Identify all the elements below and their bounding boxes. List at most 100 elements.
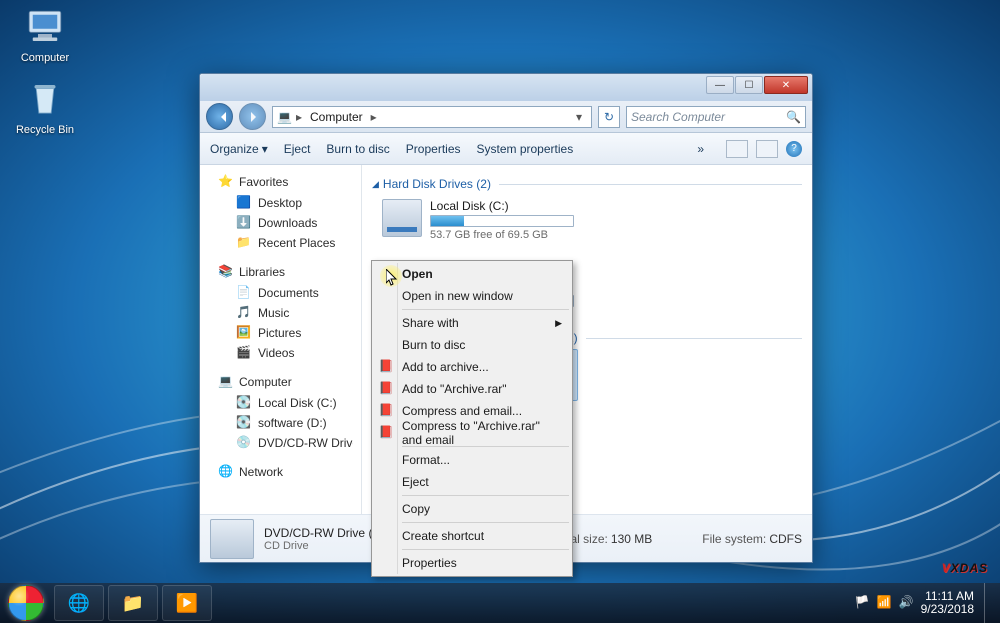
sidebar-dvd-e[interactable]: 💿DVD/CD-RW Drive (E xyxy=(218,433,353,453)
properties-button[interactable]: Properties xyxy=(406,142,461,156)
sidebar-videos[interactable]: 🎬Videos xyxy=(218,343,353,363)
star-icon: ⭐ xyxy=(218,174,234,190)
windows-orb-icon xyxy=(8,585,44,621)
network-icon: 🌐 xyxy=(218,464,234,480)
libraries-icon: 📚 xyxy=(218,264,234,280)
drive-icon: 💽 xyxy=(236,415,252,431)
forward-button[interactable] xyxy=(239,103,266,130)
address-bar[interactable]: 💻 ▸ Computer ▸ ▾ xyxy=(272,106,592,128)
tray-volume-icon[interactable]: 🔊 xyxy=(899,595,915,611)
system-tray[interactable]: 🏳️ 📶 🔊 11:11 AM 9/23/2018 xyxy=(855,583,1000,623)
collapse-icon: ◢ xyxy=(372,179,379,190)
eject-button[interactable]: Eject xyxy=(284,142,311,156)
preview-pane-button[interactable] xyxy=(756,140,778,158)
computer-icon xyxy=(24,6,66,48)
details-title: DVD/CD-RW Drive (E xyxy=(264,526,380,540)
breadcrumb-separator-icon: ▸ xyxy=(296,110,302,124)
back-button[interactable] xyxy=(206,103,233,130)
titlebar[interactable]: — ☐ ✕ xyxy=(200,74,812,101)
winrar-icon: 📕 xyxy=(378,359,394,375)
organize-button[interactable]: Organize▾ xyxy=(210,142,268,156)
search-input[interactable]: Search Computer 🔍 xyxy=(626,106,806,128)
winrar-icon: 📕 xyxy=(378,425,394,441)
sidebar-desktop[interactable]: 🟦Desktop xyxy=(218,193,353,213)
sidebar-local-c[interactable]: 💽Local Disk (C:) xyxy=(218,393,353,413)
tray-network-icon[interactable]: 📶 xyxy=(877,595,893,611)
search-icon: 🔍 xyxy=(786,110,801,124)
pictures-icon: 🖼️ xyxy=(236,325,252,341)
start-button[interactable] xyxy=(2,584,50,622)
ctx-properties[interactable]: Properties xyxy=(374,552,570,574)
documents-icon: 📄 xyxy=(236,285,252,301)
view-button[interactable] xyxy=(726,140,748,158)
burn-button[interactable]: Burn to disc xyxy=(326,142,389,156)
desktop-icon: 🟦 xyxy=(236,195,252,211)
drive-name: Local Disk (C:) xyxy=(430,199,574,213)
minimize-button[interactable]: — xyxy=(706,76,734,94)
videos-icon: 🎬 xyxy=(236,345,252,361)
address-dropdown-icon[interactable]: ▾ xyxy=(571,110,587,124)
desktop-icon-label: Computer xyxy=(10,52,80,64)
downloads-icon: ⬇️ xyxy=(236,215,252,231)
winrar-icon: 📕 xyxy=(378,381,394,397)
taskbar-media-player[interactable]: ▶️ xyxy=(162,585,212,621)
context-menu: Open Open in new window Share with▶ Burn… xyxy=(371,260,573,577)
desktop-icon-computer[interactable]: Computer xyxy=(10,6,80,64)
tray-date: 9/23/2018 xyxy=(921,603,974,616)
ctx-add-to-archive-rar[interactable]: 📕Add to "Archive.rar" xyxy=(374,378,570,400)
desktop-icon-recycle-bin[interactable]: Recycle Bin xyxy=(10,78,80,136)
refresh-button[interactable]: ↻ xyxy=(598,106,620,128)
ctx-compress-rar-email[interactable]: 📕Compress to "Archive.rar" and email xyxy=(374,422,570,444)
sidebar-computer[interactable]: 💻Computer xyxy=(218,371,353,393)
system-properties-button[interactable]: System properties xyxy=(477,142,574,156)
ctx-copy[interactable]: Copy xyxy=(374,498,570,520)
disc-icon: 💿 xyxy=(236,435,252,451)
drive-icon: 💽 xyxy=(236,395,252,411)
maximize-button[interactable]: ☐ xyxy=(735,76,763,94)
tray-clock[interactable]: 11:11 AM 9/23/2018 xyxy=(921,590,974,616)
winrar-icon: 📕 xyxy=(378,403,394,419)
drive-usage-bar xyxy=(430,215,574,227)
help-button[interactable]: ? xyxy=(786,141,802,157)
ctx-open[interactable]: Open xyxy=(374,263,570,285)
close-button[interactable]: ✕ xyxy=(764,76,808,94)
sidebar-recent[interactable]: 📁Recent Places xyxy=(218,233,353,253)
chevron-down-icon: ▾ xyxy=(262,142,268,156)
computer-icon: 💻 xyxy=(218,374,234,390)
ctx-create-shortcut[interactable]: Create shortcut xyxy=(374,525,570,547)
details-file-system: File system: CDFS xyxy=(702,532,802,546)
ctx-burn-to-disc[interactable]: Burn to disc xyxy=(374,334,570,356)
watermark: VXDAS xyxy=(942,542,988,581)
toolbar-overflow[interactable]: » xyxy=(697,142,704,156)
sidebar-pictures[interactable]: 🖼️Pictures xyxy=(218,323,353,343)
submenu-arrow-icon: ▶ xyxy=(555,318,562,329)
drive-local-c[interactable]: Local Disk (C:) 53.7 GB free of 69.5 GB xyxy=(378,195,578,245)
ctx-add-to-archive[interactable]: 📕Add to archive... xyxy=(374,356,570,378)
sidebar-libraries[interactable]: 📚Libraries xyxy=(218,261,353,283)
breadcrumb-separator-icon: ▸ xyxy=(371,110,377,124)
recycle-bin-icon xyxy=(24,78,66,120)
taskbar-explorer[interactable]: 📁 xyxy=(108,585,158,621)
drive-stat: 53.7 GB free of 69.5 GB xyxy=(430,229,574,241)
ctx-open-new-window[interactable]: Open in new window xyxy=(374,285,570,307)
sidebar-documents[interactable]: 📄Documents xyxy=(218,283,353,303)
ctx-eject[interactable]: Eject xyxy=(374,471,570,493)
breadcrumb-computer[interactable]: Computer xyxy=(306,108,367,126)
tray-flag-icon[interactable]: 🏳️ xyxy=(855,595,871,611)
desktop-icon-label: Recycle Bin xyxy=(10,124,80,136)
sidebar-software-d[interactable]: 💽software (D:) xyxy=(218,413,353,433)
sidebar-downloads[interactable]: ⬇️Downloads xyxy=(218,213,353,233)
computer-icon: 💻 xyxy=(277,110,292,124)
hdd-icon xyxy=(382,199,422,237)
details-subtitle: CD Drive xyxy=(264,540,380,552)
taskbar: 🌐 📁 ▶️ 🏳️ 📶 🔊 11:11 AM 9/23/2018 xyxy=(0,583,1000,623)
watermark-text: XDAS xyxy=(951,561,988,575)
ctx-share-with[interactable]: Share with▶ xyxy=(374,312,570,334)
group-hard-disk-drives[interactable]: ◢Hard Disk Drives (2) xyxy=(372,177,802,191)
sidebar-network[interactable]: 🌐Network xyxy=(218,461,353,483)
show-desktop-button[interactable] xyxy=(984,583,994,623)
sidebar-favorites[interactable]: ⭐Favorites xyxy=(218,171,353,193)
ctx-format[interactable]: Format... xyxy=(374,449,570,471)
sidebar-music[interactable]: 🎵Music xyxy=(218,303,353,323)
taskbar-ie[interactable]: 🌐 xyxy=(54,585,104,621)
